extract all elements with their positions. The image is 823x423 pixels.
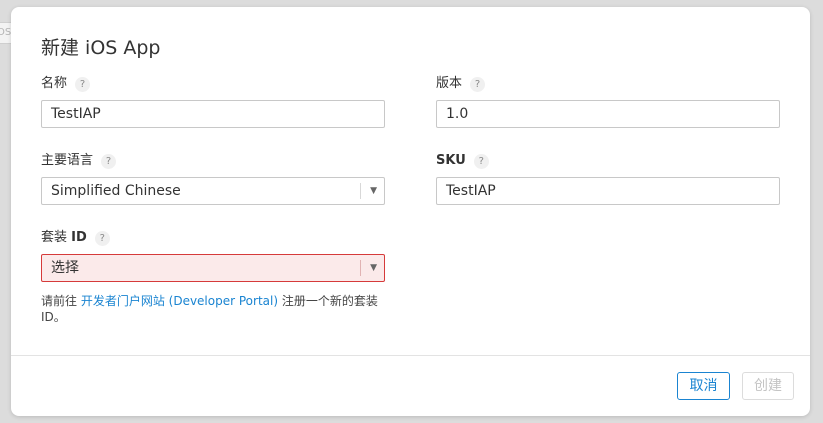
new-ios-app-dialog: 新建 iOS App 名称 ? TestIAP 版本 ? 1.0 主要语言 ? … [11,7,810,416]
bundle-id-field-group: 套装 ID ? 选择 ▼ [41,230,385,282]
bundle-id-label-prefix: 套装 [41,230,72,245]
version-label: 版本 [436,76,463,91]
dialog-title: 新建 iOS App [41,37,161,59]
version-field-group: 版本 ? 1.0 [436,76,780,128]
language-field-group: 主要语言 ? Simplified Chinese ▼ [41,153,385,205]
version-help-icon[interactable]: ? [470,76,486,92]
bundle-id-hint: 请前往 开发者门户网站 (Developer Portal) 注册一个新的套装 … [41,293,391,325]
bundle-id-select-value: 选择 [51,260,79,276]
name-input[interactable]: TestIAP [41,100,385,128]
cancel-button[interactable]: 取消 [677,372,730,400]
version-label-row: 版本 ? [436,76,780,92]
name-label: 名称 [41,76,68,91]
create-button[interactable]: 创建 [742,372,794,400]
bundle-id-help-icon[interactable]: ? [94,230,110,246]
language-label-row: 主要语言 ? [41,153,385,169]
name-help-icon[interactable]: ? [75,76,91,92]
language-label: 主要语言 [41,153,94,168]
developer-portal-link[interactable]: 开发者门户网站 (Developer Portal) [81,294,278,308]
sku-label-row: SKU ? [436,153,780,169]
bundle-id-select[interactable]: 选择 ▼ [41,254,385,282]
name-label-row: 名称 ? [41,76,385,92]
select-divider [360,260,361,276]
sku-field-group: SKU ? TestIAP [436,153,780,205]
select-divider [360,183,361,199]
sku-input[interactable]: TestIAP [436,177,780,205]
version-input[interactable]: 1.0 [436,100,780,128]
language-select-value: Simplified Chinese [51,183,181,199]
name-field-group: 名称 ? TestIAP [41,76,385,128]
bundle-id-label-row: 套装 ID ? [41,230,385,246]
sku-label: SKU [436,153,466,168]
sku-help-icon[interactable]: ? [473,153,489,169]
bundle-id-label-id: ID [71,230,87,245]
language-select[interactable]: Simplified Chinese ▼ [41,177,385,205]
chevron-down-icon: ▼ [370,186,377,196]
chevron-down-icon: ▼ [370,263,377,273]
footer-divider [11,355,810,356]
bundle-id-label: 套装 ID [41,230,87,246]
language-help-icon[interactable]: ? [101,153,117,169]
hint-text-before: 请前往 [41,294,81,308]
